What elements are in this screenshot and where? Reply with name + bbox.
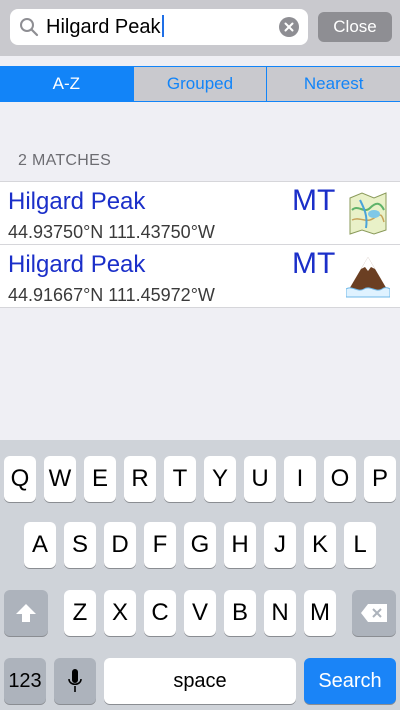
keyboard: Q W E R T Y U I O P A S D F G H J K L Z … [0, 440, 400, 710]
key-v[interactable]: V [184, 590, 216, 636]
result-state: MT [292, 184, 336, 217]
key-q[interactable]: Q [4, 456, 36, 502]
search-bar: Hilgard Peak Close [0, 0, 400, 56]
key-z[interactable]: Z [64, 590, 96, 636]
tab-grouped[interactable]: Grouped [132, 67, 267, 101]
tab-a-z[interactable]: A-Z [0, 67, 133, 101]
key-p[interactable]: P [364, 456, 396, 502]
key-u[interactable]: U [244, 456, 276, 502]
close-button[interactable]: Close [318, 12, 392, 42]
topo-map-icon [349, 192, 387, 235]
result-row[interactable]: Hilgard Peak 44.91667°N 111.45972°W MT [0, 244, 400, 307]
text-caret [161, 15, 164, 37]
key-l[interactable]: L [344, 522, 376, 568]
sort-segmented-control: A-Z Grouped Nearest [0, 66, 400, 102]
clear-search-icon[interactable] [279, 17, 299, 37]
key-r[interactable]: R [124, 456, 156, 502]
key-c[interactable]: C [144, 590, 176, 636]
key-t[interactable]: T [164, 456, 196, 502]
key-h[interactable]: H [224, 522, 256, 568]
key-s[interactable]: S [64, 522, 96, 568]
numbers-key[interactable]: 123 [4, 658, 46, 704]
backspace-icon [361, 604, 387, 622]
result-row[interactable]: Hilgard Peak 44.93750°N 111.43750°W MT [0, 182, 400, 244]
key-y[interactable]: Y [204, 456, 236, 502]
result-state: MT [292, 247, 336, 280]
results-count-header: 2 MATCHES [18, 152, 112, 169]
key-x[interactable]: X [104, 590, 136, 636]
tab-nearest[interactable]: Nearest [266, 67, 400, 101]
shift-key[interactable] [4, 590, 48, 636]
search-query-text: Hilgard Peak [46, 15, 164, 39]
key-i[interactable]: I [284, 456, 316, 502]
backspace-key[interactable] [352, 590, 396, 636]
results-list: Hilgard Peak 44.93750°N 111.43750°W MT H… [0, 181, 400, 308]
key-g[interactable]: G [184, 522, 216, 568]
key-w[interactable]: W [44, 456, 76, 502]
search-icon [20, 18, 39, 37]
search-input[interactable]: Hilgard Peak [10, 9, 308, 45]
key-k[interactable]: K [304, 522, 336, 568]
dictation-key[interactable] [54, 658, 96, 704]
microphone-icon [68, 669, 82, 692]
key-e[interactable]: E [84, 456, 116, 502]
key-d[interactable]: D [104, 522, 136, 568]
search-key[interactable]: Search [304, 658, 396, 704]
key-o[interactable]: O [324, 456, 356, 502]
key-j[interactable]: J [264, 522, 296, 568]
key-m[interactable]: M [304, 590, 336, 636]
shift-icon [16, 604, 36, 622]
key-f[interactable]: F [144, 522, 176, 568]
result-name: Hilgard Peak [8, 251, 146, 278]
result-coordinates: 44.91667°N 111.45972°W [8, 285, 215, 305]
mountain-peak-icon [346, 257, 390, 298]
result-coordinates: 44.93750°N 111.43750°W [8, 222, 215, 242]
key-n[interactable]: N [264, 590, 296, 636]
key-a[interactable]: A [24, 522, 56, 568]
result-name: Hilgard Peak [8, 188, 146, 215]
key-b[interactable]: B [224, 590, 256, 636]
space-key[interactable]: space [104, 658, 296, 704]
